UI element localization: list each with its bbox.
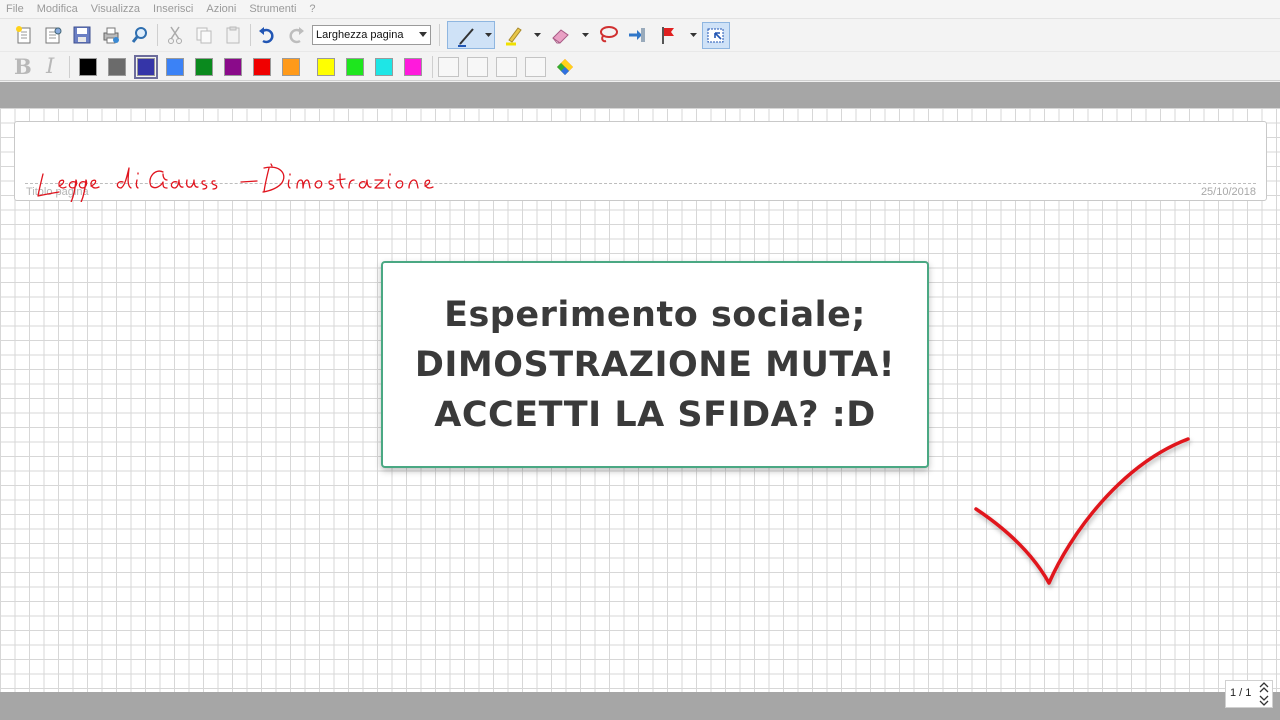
toolbar-separator [439, 24, 440, 46]
menu-visualizza[interactable]: Visualizza [91, 3, 140, 15]
chevron-down-icon[interactable] [582, 33, 590, 39]
color-swatch[interactable] [346, 58, 364, 76]
custom-color-slot[interactable] [496, 57, 517, 77]
app-window: File Modifica Visualizza Inserisci Azion… [0, 0, 1280, 720]
previous-page-icon[interactable] [1259, 682, 1269, 693]
new-page-icon[interactable] [12, 23, 36, 47]
pen-icon [458, 28, 474, 47]
menu-help[interactable]: ? [309, 3, 315, 15]
color-swatch[interactable] [195, 58, 213, 76]
announcement-callout[interactable]: Esperimento sociale; DIMOSTRAZIONE MUTA!… [381, 261, 929, 468]
toolbar-separator [250, 24, 251, 46]
custom-color-slot[interactable] [438, 57, 459, 77]
color-swatch[interactable] [224, 58, 242, 76]
color-swatch[interactable] [108, 58, 126, 76]
eraser-icon[interactable] [549, 23, 573, 47]
menu-azioni[interactable]: Azioni [206, 3, 236, 15]
select-icon [707, 28, 724, 43]
color-swatch[interactable] [317, 58, 335, 76]
print-icon[interactable] [99, 23, 123, 47]
menu-modifica[interactable]: Modifica [37, 3, 78, 15]
pen-tool-button[interactable] [447, 21, 495, 49]
menu-strumenti[interactable]: Strumenti [249, 3, 296, 15]
chevron-down-icon [485, 33, 492, 37]
handwritten-title [37, 163, 434, 202]
color-swatch[interactable] [282, 58, 300, 76]
callout-line-2: DIMOSTRAZIONE MUTA! [414, 344, 896, 385]
menu-file[interactable]: File [6, 3, 24, 15]
workspace-background [0, 82, 1280, 108]
cut-icon[interactable] [163, 23, 187, 47]
main-toolbar: Larghezza pagina [0, 18, 1280, 51]
toolbar-separator [432, 56, 433, 78]
insert-icon[interactable] [625, 23, 649, 47]
italic-button[interactable]: I [46, 54, 54, 78]
next-page-icon[interactable] [1259, 695, 1269, 706]
highlighter-icon[interactable] [502, 23, 526, 47]
page-counter-label: 1 / 1 [1230, 687, 1252, 699]
zoom-select[interactable]: Larghezza pagina [312, 25, 431, 45]
checkmark-drawing [974, 437, 1190, 585]
menu-bar: File Modifica Visualizza Inserisci Azion… [0, 0, 1280, 18]
copy-icon[interactable] [192, 23, 216, 47]
callout-line-1: Esperimento sociale; [444, 294, 866, 335]
bold-button[interactable]: B [14, 54, 32, 79]
color-picker-icon[interactable] [553, 55, 577, 79]
redo-icon[interactable] [284, 23, 308, 47]
menu-inserisci[interactable]: Inserisci [153, 3, 193, 15]
undo-icon[interactable] [255, 23, 279, 47]
open-icon[interactable] [41, 23, 65, 47]
color-swatch[interactable] [404, 58, 422, 76]
page-counter: 1 / 1 [1225, 680, 1273, 708]
format-toolbar: B I [0, 51, 1280, 81]
paste-icon[interactable] [221, 23, 245, 47]
color-swatch[interactable] [134, 55, 158, 79]
color-swatch[interactable] [79, 58, 97, 76]
zoom-select-value: Larghezza pagina [316, 29, 404, 41]
lasso-icon[interactable] [596, 23, 620, 47]
chevron-down-icon [419, 32, 427, 37]
toolbar-separator [157, 24, 158, 46]
chevron-down-icon[interactable] [690, 33, 698, 39]
callout-line-3: ACCETTI LA SFIDA? :D [434, 394, 876, 435]
search-icon[interactable] [128, 23, 152, 47]
select-tool-button[interactable] [702, 22, 730, 49]
toolbar-separator [69, 56, 70, 78]
workspace-background-bottom [0, 692, 1280, 720]
custom-color-slot[interactable] [467, 57, 488, 77]
chevron-down-icon[interactable] [534, 33, 542, 39]
save-icon[interactable] [70, 23, 94, 47]
custom-color-slot[interactable] [525, 57, 546, 77]
color-swatch[interactable] [166, 58, 184, 76]
color-swatch[interactable] [375, 58, 393, 76]
flag-icon[interactable] [657, 23, 681, 47]
page-title-box[interactable]: Titolo pagina 25/10/2018 [14, 121, 1267, 202]
color-swatch[interactable] [253, 58, 271, 76]
page-date: 25/10/2018 [1200, 186, 1256, 198]
